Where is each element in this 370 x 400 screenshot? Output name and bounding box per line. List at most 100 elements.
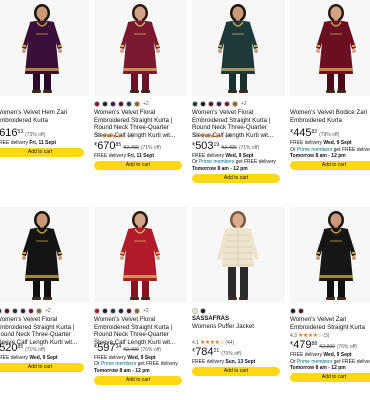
product-title[interactable]: Women's Velvet Hem Zari Embroidered Kurt… [0, 109, 88, 124]
price-fraction: 82 [311, 129, 318, 136]
price-row: ₹597 34 ₹2,499 (76% off) [94, 341, 162, 354]
prime-prefix: Or [290, 358, 296, 365]
rating-row[interactable]: 3.8 ★★★★☆ (4) [94, 133, 133, 140]
rating-row[interactable]: 4.1 ★★★★☆ (44) [192, 339, 234, 347]
product-image-frame[interactable] [0, 207, 89, 303]
product-card[interactable]: SASSAFRAS Womens Puffer Jacket 4.1 ★★★★☆ (44… [192, 207, 285, 400]
prime-members-link[interactable]: Prime members [297, 359, 332, 365]
price-row: ₹61653(73% off) [0, 128, 45, 139]
rating-row[interactable]: 3.8 ★★★★☆ (4) [192, 133, 231, 140]
color-swatch[interactable] [290, 308, 296, 314]
color-swatch[interactable] [134, 101, 140, 107]
product-image[interactable] [192, 207, 285, 303]
more-colors-link[interactable]: +2 [45, 308, 51, 314]
color-swatch[interactable] [102, 308, 108, 314]
product-image[interactable] [0, 207, 89, 303]
price-fraction: 21 [213, 348, 220, 355]
color-swatch[interactable] [118, 308, 124, 314]
color-swatch[interactable] [36, 308, 42, 314]
color-swatch[interactable] [94, 308, 100, 314]
list-price-value: ₹2,499 [123, 144, 139, 151]
product-image[interactable] [290, 0, 370, 96]
color-swatch[interactable] [200, 101, 206, 107]
color-swatch[interactable] [192, 308, 198, 314]
product-image-frame[interactable] [192, 207, 285, 303]
product-image[interactable] [94, 207, 187, 303]
delivery-date: Fri, 11 Sept [127, 152, 155, 159]
color-swatch[interactable] [28, 308, 34, 314]
color-swatch[interactable] [118, 101, 124, 107]
discount-percent: (76% off) [140, 346, 162, 353]
product-image[interactable] [0, 0, 89, 96]
product-card[interactable]: +2 Women's Velvet Floral Embroidered Stra… [94, 0, 187, 200]
color-swatch[interactable] [12, 308, 18, 314]
color-swatch[interactable] [200, 308, 206, 314]
color-swatch[interactable] [20, 308, 26, 314]
add-to-cart-button[interactable]: Add to cart [290, 373, 370, 382]
color-swatch[interactable] [224, 101, 230, 107]
prime-members-link[interactable]: Prime members [297, 147, 332, 153]
color-swatch[interactable] [192, 101, 198, 107]
color-swatch[interactable] [110, 308, 116, 314]
rating-count[interactable]: (3) [323, 333, 329, 339]
rating-count[interactable]: (4) [225, 133, 231, 139]
delivery-label: FREE delivery [94, 152, 126, 159]
add-to-cart-button[interactable]: Add to cart [94, 375, 182, 385]
product-card[interactable]: +2 Women's Velvet Floral Embroidered Stra… [192, 0, 285, 200]
price-value: 597 [97, 341, 116, 354]
color-swatch[interactable] [110, 101, 116, 107]
add-to-cart-button[interactable]: Add to cart [94, 160, 182, 170]
product-title[interactable]: Women's Velvet Zari Embroidered Straight… [290, 316, 370, 331]
color-swatch[interactable] [126, 101, 132, 107]
color-swatch[interactable] [208, 101, 214, 107]
color-swatch[interactable] [4, 308, 10, 314]
price-fraction: 85 [17, 343, 24, 350]
product-image-frame[interactable] [94, 0, 187, 96]
color-swatch[interactable] [216, 101, 222, 107]
price-row: ₹503 19 ₹2,499 (71% off) [192, 140, 259, 152]
color-swatch[interactable] [298, 308, 304, 314]
rating-count[interactable]: (44) [225, 340, 234, 346]
delivery-info: FREE delivery Fri, 11 Sept [94, 153, 186, 159]
product-image-frame[interactable] [94, 207, 187, 303]
color-swatch[interactable] [232, 101, 238, 107]
add-to-cart-button[interactable]: Add to cart [290, 161, 370, 170]
price-row: ₹479 88 ₹2,999 (76% off) [290, 340, 357, 351]
product-card[interactable]: +2 Women's Velvet Floral Embroidered Stra… [0, 207, 89, 400]
price-value: 520 [0, 341, 18, 354]
color-swatch[interactable] [126, 308, 132, 314]
color-swatch[interactable] [134, 308, 140, 314]
prime-members-link[interactable]: Prime members [101, 361, 136, 367]
color-swatch[interactable] [94, 101, 100, 107]
product-card[interactable]: +2 Women's Velvet Floral Embroidered Stra… [94, 207, 187, 400]
more-colors-link[interactable]: +2 [143, 308, 149, 314]
add-to-cart-button[interactable]: Add to cart [192, 367, 280, 377]
prime-members-link[interactable]: Prime members [199, 159, 234, 165]
product-title[interactable]: Women's Velvet Bodice Zari Embroidered K… [290, 109, 370, 124]
more-colors-link[interactable]: +2 [241, 101, 247, 107]
delivery-date: Wed, 9 Sept [323, 352, 352, 359]
price-value: 445 [293, 127, 312, 140]
product-image-frame[interactable] [0, 0, 89, 96]
add-to-cart-button[interactable]: Add to cart [0, 148, 84, 158]
color-swatch[interactable] [0, 308, 2, 314]
delivery-label: FREE delivery [290, 352, 322, 359]
product-card[interactable]: Women's Velvet Bodice Zari Embroidered K… [290, 0, 370, 200]
list-price-value: ₹2,499 [221, 144, 237, 151]
product-card[interactable]: Women's Velvet Hem Zari Embroidered Kurt… [0, 0, 89, 200]
product-image[interactable] [94, 0, 187, 96]
product-image-frame[interactable] [290, 0, 370, 96]
add-to-cart-button[interactable]: Add to cart [0, 362, 84, 372]
delivery-date: Wed, 9 Sept [323, 140, 352, 147]
product-card[interactable]: Women's Velvet Zari Embroidered Straight… [290, 207, 370, 400]
add-to-cart-button[interactable]: Add to cart [192, 173, 280, 183]
more-colors-link[interactable]: +2 [143, 101, 149, 107]
product-image-frame[interactable] [192, 0, 285, 96]
product-image[interactable] [290, 207, 370, 303]
product-title[interactable]: Womens Puffer Jacket [192, 323, 284, 331]
rating-count[interactable]: (4) [127, 133, 133, 139]
color-swatch[interactable] [102, 101, 108, 107]
product-image[interactable] [192, 0, 285, 96]
rating-row[interactable]: 4.3 ★★★★☆ (3) [290, 332, 329, 340]
product-image-frame[interactable] [290, 207, 370, 303]
